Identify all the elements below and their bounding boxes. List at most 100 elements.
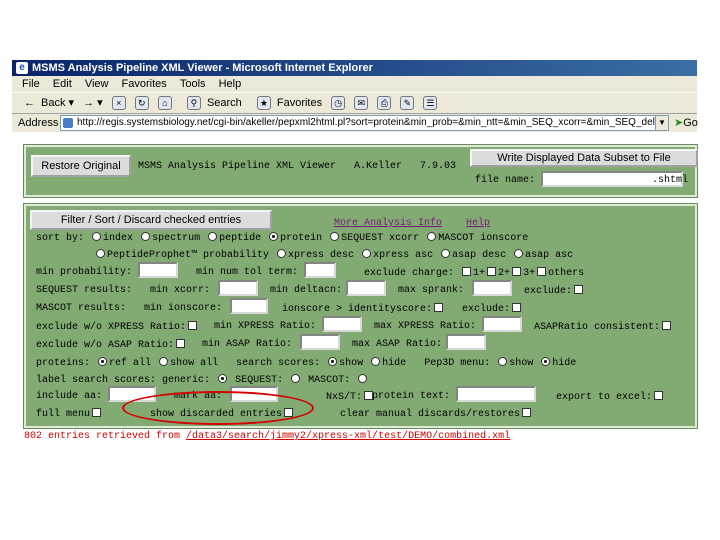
sequest-exclude-checkbox[interactable] bbox=[574, 285, 584, 294]
toolbar: ← Back ▾ → ▾ × ↻ ⌂ ⚲ Search ★ Favorites ◷ ✉… bbox=[12, 92, 697, 114]
ie-icon: e bbox=[16, 62, 28, 74]
viewer-title: MSMS Analysis Pipeline XML Viewer A.Kell… bbox=[138, 161, 457, 172]
clear-manual-checkbox[interactable] bbox=[522, 408, 532, 417]
export-excel: export to excel: bbox=[556, 391, 665, 403]
protein-text-input[interactable] bbox=[456, 386, 536, 402]
include-aa-label: include aa: bbox=[36, 391, 103, 402]
stop-icon[interactable]: × bbox=[111, 96, 126, 111]
export-excel-checkbox[interactable] bbox=[654, 391, 664, 400]
filter-sort-discard-button[interactable]: Filter / Sort / Discard checked entries bbox=[30, 210, 272, 230]
min-ionscore-label: min ionscore: bbox=[144, 303, 223, 314]
edit-icon[interactable]: ✎ bbox=[400, 96, 415, 111]
min-asap-input[interactable] bbox=[300, 334, 340, 350]
sort-mascot-radio[interactable] bbox=[427, 232, 437, 241]
more-analysis-link[interactable]: More Analysis Info bbox=[334, 218, 442, 229]
sequest-results-label: SEQUEST results: bbox=[36, 285, 133, 296]
refresh-icon[interactable]: ↻ bbox=[134, 96, 149, 111]
mascot-exclude: exclude: bbox=[462, 303, 523, 315]
mascot-exclude-checkbox[interactable] bbox=[512, 303, 522, 312]
max-xpress-label: max XPRESS Ratio: bbox=[374, 321, 477, 332]
discuss-icon[interactable]: ☰ bbox=[423, 96, 438, 111]
help-link[interactable]: Help bbox=[466, 218, 490, 229]
ref-all-radio[interactable] bbox=[98, 357, 108, 366]
go-button[interactable]: ➤Go bbox=[674, 114, 698, 132]
sort-protein-radio[interactable] bbox=[269, 232, 279, 241]
home-icon[interactable]: ⌂ bbox=[157, 96, 172, 111]
back-arrow-icon: ← bbox=[24, 97, 35, 109]
clear-manual: clear manual discards/restores bbox=[340, 408, 533, 420]
exclude-charge-others-checkbox[interactable] bbox=[537, 267, 547, 276]
sort-row-2: PeptideProphet™ probability xpress desc … bbox=[94, 249, 573, 261]
mail-icon[interactable]: ✉ bbox=[354, 96, 369, 111]
min-probability-input[interactable] bbox=[138, 262, 178, 278]
max-xpress-input[interactable] bbox=[482, 316, 522, 332]
ionscore-identity-checkbox[interactable] bbox=[434, 303, 444, 312]
menu-help[interactable]: Help bbox=[219, 76, 242, 92]
sort-xpress-desc-radio[interactable] bbox=[277, 249, 287, 258]
min-deltacn-input[interactable] bbox=[346, 280, 386, 296]
file-name-label: file name: bbox=[475, 175, 536, 186]
menu-favorites[interactable]: Favorites bbox=[122, 76, 167, 92]
exclude-wo-xpress-checkbox[interactable] bbox=[188, 321, 198, 330]
max-sprank-label: max sprank: bbox=[398, 285, 465, 296]
sort-peptide-radio[interactable] bbox=[208, 232, 218, 241]
sort-spectrum-radio[interactable] bbox=[141, 232, 151, 241]
sort-index-radio[interactable] bbox=[92, 232, 102, 241]
min-xcorr-input[interactable] bbox=[218, 280, 258, 296]
write-subset-button[interactable]: Write Displayed Data Subset to File bbox=[470, 149, 698, 167]
min-probability-label: min probability: bbox=[36, 267, 133, 278]
xml-file-link[interactable]: /data3/search/jimmy2/xpress-xml/test/DEM… bbox=[186, 431, 510, 442]
forward-button[interactable]: → ▾ bbox=[83, 93, 103, 113]
exclude-charge-1-checkbox[interactable] bbox=[462, 267, 472, 276]
address-dropdown[interactable]: ▼ bbox=[655, 115, 669, 131]
max-asap-input[interactable] bbox=[446, 334, 486, 350]
exclude-charge-row: exclude charge: 1+ 2+ 3+ others bbox=[364, 267, 585, 279]
label-generic-radio[interactable] bbox=[218, 374, 228, 383]
window-title-bar: e MSMS Analysis Pipeline XML Viewer - Mi… bbox=[12, 60, 697, 76]
sort-asap-asc-radio[interactable] bbox=[514, 249, 524, 258]
show-all-radio[interactable] bbox=[159, 357, 169, 366]
protein-text-label: protein text: bbox=[372, 391, 451, 402]
exclude-charge-3-checkbox[interactable] bbox=[512, 267, 522, 276]
search-scores-show-radio[interactable] bbox=[328, 357, 338, 366]
pep3d-show-radio[interactable] bbox=[498, 357, 508, 366]
sort-asap-desc-radio[interactable] bbox=[441, 249, 451, 258]
min-ionscore-input[interactable] bbox=[230, 298, 268, 314]
restore-original-button[interactable]: Restore Original bbox=[31, 155, 131, 177]
sort-xpress-asc-radio[interactable] bbox=[362, 249, 372, 258]
max-sprank-input[interactable] bbox=[472, 280, 512, 296]
history-icon[interactable]: ◷ bbox=[331, 96, 346, 111]
sort-row: sort by: index spectrum peptide protein … bbox=[36, 232, 529, 244]
address-label: Address bbox=[18, 117, 59, 129]
menu-tools[interactable]: Tools bbox=[180, 76, 206, 92]
exclude-charge-2-checkbox[interactable] bbox=[487, 267, 497, 276]
favorites-icon: ★ bbox=[256, 96, 271, 111]
label-sequest-radio[interactable] bbox=[291, 374, 301, 383]
asap-consistent-checkbox[interactable] bbox=[662, 321, 672, 330]
max-asap-label: max ASAP Ratio: bbox=[352, 339, 443, 350]
url-input[interactable]: http://regis.systemsbiology.net/cgi-bin/… bbox=[60, 115, 665, 131]
label-mascot-radio[interactable] bbox=[358, 374, 368, 383]
sort-peptideprophet-radio[interactable] bbox=[96, 249, 105, 258]
back-button[interactable]: ← Back ▾ bbox=[18, 93, 74, 113]
search-button[interactable]: ⚲ Search bbox=[181, 93, 242, 113]
exclude-wo-asap-checkbox[interactable] bbox=[176, 339, 186, 348]
sort-sequest-radio[interactable] bbox=[330, 232, 340, 241]
entries-status: 802 entries retrieved from /data3/search… bbox=[24, 431, 511, 442]
chevron-down-icon: ▼ bbox=[658, 118, 666, 127]
menu-edit[interactable]: Edit bbox=[53, 76, 72, 92]
menu-file[interactable]: File bbox=[22, 76, 40, 92]
min-xcorr-label: min xcorr: bbox=[150, 285, 211, 296]
min-num-tol-term-input[interactable] bbox=[304, 262, 336, 278]
proteins-row: proteins: ref all show all search scores… bbox=[36, 357, 577, 369]
print-icon[interactable]: ⎙ bbox=[377, 96, 392, 111]
favorites-button[interactable]: ★ Favorites bbox=[251, 93, 322, 113]
search-scores-hide-radio[interactable] bbox=[371, 357, 381, 366]
full-menu: full menu bbox=[36, 408, 103, 420]
pep3d-hide-radio[interactable] bbox=[541, 357, 551, 366]
full-menu-checkbox[interactable] bbox=[92, 408, 102, 417]
sequest-exclude: exclude: bbox=[524, 285, 585, 297]
menu-bar: File Edit View Favorites Tools Help bbox=[12, 76, 697, 92]
min-xpress-input[interactable] bbox=[322, 316, 362, 332]
menu-view[interactable]: View bbox=[85, 76, 109, 92]
